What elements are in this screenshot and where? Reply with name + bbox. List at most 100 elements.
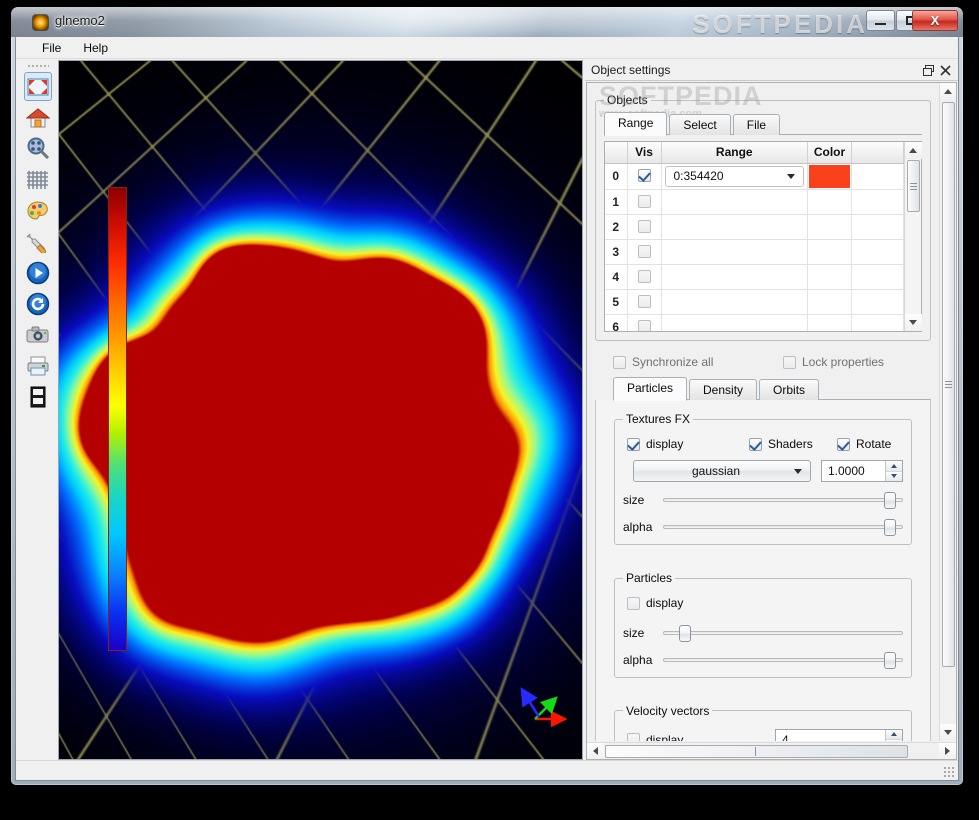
textures-alpha-slider[interactable] bbox=[663, 518, 903, 536]
menu-item-help[interactable]: Help bbox=[73, 39, 118, 57]
table-row[interactable]: 1 bbox=[605, 189, 904, 215]
particles-display-checkbox[interactable] bbox=[627, 596, 640, 610]
col-range[interactable]: Range bbox=[661, 142, 808, 164]
particles-size-slider[interactable] bbox=[663, 624, 903, 642]
vis-checkbox[interactable] bbox=[637, 194, 651, 208]
textures-size-slider[interactable] bbox=[663, 491, 903, 509]
vis-checkbox[interactable] bbox=[637, 319, 651, 331]
velocity-display-checkbox[interactable] bbox=[627, 733, 640, 741]
tab-select[interactable]: Select bbox=[669, 114, 731, 135]
vis-checkbox[interactable] bbox=[637, 169, 651, 182]
dock-vertical-scrollbar[interactable] bbox=[939, 83, 956, 741]
slider-handle[interactable] bbox=[884, 519, 897, 536]
dock-scroll-left-button[interactable] bbox=[587, 742, 604, 759]
textures-display-checkbox[interactable] bbox=[627, 437, 640, 451]
intensity-increment-button[interactable] bbox=[886, 461, 902, 471]
row-color-cell[interactable] bbox=[807, 289, 852, 315]
range-combo[interactable]: 0:354420 bbox=[664, 165, 804, 187]
velocity-decrement-button[interactable] bbox=[886, 739, 902, 741]
table-row[interactable]: 3 bbox=[605, 239, 904, 265]
tab-file[interactable]: File bbox=[732, 114, 781, 135]
rotate-checkbox[interactable] bbox=[837, 437, 850, 451]
menu-item-file[interactable]: File bbox=[32, 39, 71, 57]
dock-close-button[interactable] bbox=[937, 62, 954, 79]
color-swatch[interactable] bbox=[809, 164, 850, 188]
row-vis-cell[interactable] bbox=[627, 239, 662, 265]
tab-orbits[interactable]: Orbits bbox=[759, 379, 820, 400]
row-color-cell[interactable] bbox=[807, 214, 852, 240]
table-row[interactable]: 2 bbox=[605, 214, 904, 240]
lock-properties-checkbox[interactable] bbox=[783, 355, 796, 369]
options-button[interactable] bbox=[24, 227, 52, 256]
row-color-cell[interactable] bbox=[807, 189, 852, 215]
dock-horizontal-scrollbar[interactable] bbox=[587, 742, 956, 759]
dock-scroll-down-button[interactable] bbox=[939, 724, 956, 741]
row-vis-cell[interactable] bbox=[627, 289, 662, 315]
row-range-cell[interactable] bbox=[661, 289, 808, 315]
particles-alpha-slider[interactable] bbox=[663, 651, 903, 669]
row-range-cell[interactable] bbox=[661, 314, 808, 331]
row-color-cell[interactable] bbox=[807, 314, 852, 331]
shaders-checkbox[interactable] bbox=[749, 437, 762, 451]
vis-checkbox[interactable] bbox=[637, 294, 651, 308]
synchronize-all-checkbox[interactable] bbox=[613, 355, 626, 369]
table-vertical-scrollbar[interactable] bbox=[904, 142, 922, 331]
synchronize-all-option[interactable]: Synchronize all bbox=[613, 355, 783, 369]
velocity-display-option[interactable]: display bbox=[627, 733, 775, 741]
resize-grip[interactable] bbox=[943, 766, 955, 778]
grid-button[interactable] bbox=[24, 165, 52, 194]
float-button[interactable] bbox=[920, 62, 937, 79]
zoom-center-button[interactable] bbox=[24, 134, 52, 163]
row-vis-cell[interactable] bbox=[627, 189, 662, 215]
texture-select[interactable]: gaussian bbox=[633, 460, 811, 482]
dock-scroll-thumb[interactable] bbox=[941, 102, 955, 667]
vis-checkbox[interactable] bbox=[637, 244, 651, 258]
particles-display-option[interactable]: display bbox=[627, 596, 683, 610]
movie-button[interactable] bbox=[24, 382, 52, 411]
row-range-cell[interactable] bbox=[661, 239, 808, 265]
textures-display-option[interactable]: display bbox=[627, 437, 749, 451]
vis-checkbox[interactable] bbox=[637, 269, 651, 283]
shaders-option[interactable]: Shaders bbox=[749, 437, 837, 451]
row-color-cell[interactable] bbox=[807, 239, 852, 265]
play-button[interactable] bbox=[24, 258, 52, 287]
table-scroll-thumb[interactable] bbox=[906, 160, 920, 212]
screenshot-button[interactable] bbox=[24, 320, 52, 349]
velocity-factor-stepper[interactable]: 4 bbox=[775, 728, 903, 741]
dock-scroll-up-button[interactable] bbox=[939, 83, 956, 100]
dock-hscroll-thumb[interactable] bbox=[605, 744, 908, 758]
lock-properties-option[interactable]: Lock properties bbox=[783, 355, 884, 369]
dock-scroll-right-button[interactable] bbox=[939, 742, 956, 759]
tab-range[interactable]: Range bbox=[604, 112, 668, 136]
table-row[interactable]: 4 bbox=[605, 264, 904, 290]
table-row[interactable]: 6 bbox=[605, 314, 904, 331]
row-vis-cell[interactable] bbox=[627, 264, 662, 290]
colormap-button[interactable] bbox=[24, 196, 52, 225]
row-range-cell[interactable]: 0:354420 bbox=[661, 163, 808, 190]
print-button[interactable] bbox=[24, 351, 52, 380]
row-vis-cell[interactable] bbox=[627, 163, 662, 190]
col-color[interactable]: Color bbox=[807, 142, 852, 164]
home-button[interactable] bbox=[24, 103, 52, 132]
table-scroll-down-button[interactable] bbox=[904, 314, 922, 331]
table-scroll-up-button[interactable] bbox=[904, 142, 922, 159]
table-row[interactable]: 5 bbox=[605, 289, 904, 315]
reset-view-button[interactable] bbox=[24, 72, 52, 101]
tab-density[interactable]: Density bbox=[689, 379, 758, 400]
rotate-option[interactable]: Rotate bbox=[837, 437, 891, 451]
row-range-cell[interactable] bbox=[661, 214, 808, 240]
row-vis-cell[interactable] bbox=[627, 214, 662, 240]
table-row[interactable]: 0 0:354420 bbox=[605, 163, 904, 190]
intensity-decrement-button[interactable] bbox=[886, 470, 902, 481]
close-button[interactable]: X bbox=[912, 10, 958, 31]
vis-checkbox[interactable] bbox=[637, 219, 651, 233]
slider-handle[interactable] bbox=[884, 651, 897, 669]
row-range-cell[interactable] bbox=[661, 189, 808, 215]
toolbar-drag-handle[interactable] bbox=[27, 63, 49, 69]
col-vis[interactable]: Vis bbox=[627, 142, 662, 164]
slider-handle[interactable] bbox=[884, 492, 897, 509]
gl-viewport[interactable] bbox=[58, 60, 583, 760]
texture-intensity-stepper[interactable]: 1.0000 bbox=[821, 460, 903, 482]
tab-particles[interactable]: Particles bbox=[613, 377, 688, 401]
row-color-cell[interactable] bbox=[807, 264, 852, 290]
